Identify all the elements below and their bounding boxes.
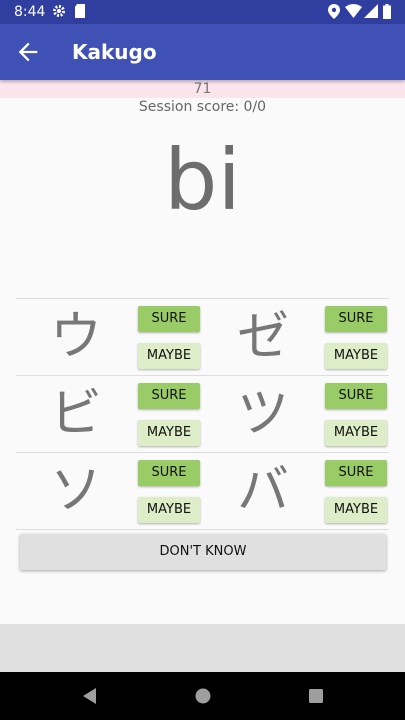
sure-button[interactable]: SURE: [325, 306, 387, 332]
session-score: Session score: 0/0: [138, 99, 267, 115]
sure-button[interactable]: SURE: [138, 306, 200, 332]
answer-kana: バ: [236, 461, 289, 521]
answer-cell: ウ SURE MAYBE: [16, 299, 202, 375]
answer-kana: ツ: [236, 384, 289, 444]
answer-cell: バ SURE MAYBE: [203, 453, 389, 529]
sure-button[interactable]: SURE: [138, 383, 200, 409]
maybe-button[interactable]: MAYBE: [138, 497, 200, 523]
sure-button[interactable]: SURE: [325, 383, 387, 409]
status-time: 8:44: [14, 4, 46, 20]
answer-grid: ウ SURE MAYBE ゼ SURE MAYBE ビ SURE MAYBE ツ…: [16, 298, 389, 530]
maybe-button[interactable]: MAYBE: [138, 343, 200, 369]
cell-signal-icon: [364, 4, 378, 18]
nav-home-icon[interactable]: [193, 686, 213, 706]
maybe-button[interactable]: MAYBE: [325, 497, 387, 523]
answer-row: ビ SURE MAYBE ツ SURE MAYBE: [16, 375, 389, 452]
nav-back-icon[interactable]: [80, 686, 100, 706]
location-icon: [328, 4, 340, 19]
maybe-button[interactable]: MAYBE: [325, 420, 387, 446]
maybe-button[interactable]: MAYBE: [138, 420, 200, 446]
answer-cell: ゼ SURE MAYBE: [203, 299, 389, 375]
back-arrow-icon[interactable]: [14, 38, 42, 66]
sd-card-icon: [75, 4, 85, 18]
app-bar: Kakugo: [0, 24, 405, 80]
answer-kana: ビ: [49, 384, 102, 444]
sure-button[interactable]: SURE: [138, 460, 200, 486]
settings-icon: [53, 5, 65, 17]
status-bar: 8:44: [0, 0, 405, 24]
maybe-button[interactable]: MAYBE: [325, 343, 387, 369]
navigation-bar: [0, 672, 405, 720]
dont-know-button[interactable]: DON'T KNOW: [20, 534, 386, 570]
bottom-panel: [0, 624, 405, 672]
question-text: bi: [164, 131, 241, 229]
answer-row: ウ SURE MAYBE ゼ SURE MAYBE: [16, 298, 389, 375]
progress-counter: 71: [0, 80, 405, 98]
wifi-icon: [345, 4, 362, 18]
sure-button[interactable]: SURE: [325, 460, 387, 486]
answer-kana: ウ: [49, 307, 102, 367]
answer-row: ソ SURE MAYBE バ SURE MAYBE: [16, 452, 389, 530]
answer-kana: ゼ: [236, 307, 289, 367]
answer-cell: ビ SURE MAYBE: [16, 376, 202, 452]
answer-cell: ツ SURE MAYBE: [203, 376, 389, 452]
nav-recents-icon[interactable]: [306, 686, 326, 706]
battery-icon: [383, 4, 391, 19]
answer-kana: ソ: [49, 461, 102, 521]
app-title: Kakugo: [72, 40, 157, 64]
answer-cell: ソ SURE MAYBE: [16, 453, 202, 529]
